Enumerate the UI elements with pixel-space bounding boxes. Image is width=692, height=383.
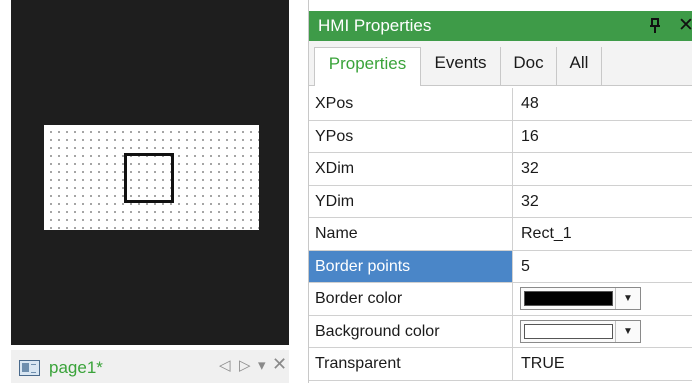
property-row-xdim[interactable]: XDim 32 — [309, 153, 692, 186]
property-name: XDim — [309, 153, 513, 185]
close-tab-icon[interactable]: ✕ — [272, 354, 287, 374]
dropdown-arrow-icon[interactable]: ▼ — [615, 320, 640, 342]
dropdown-arrow-icon[interactable]: ▼ — [615, 288, 640, 309]
hmi-properties-panel: HMI Properties ✕ Properties Events Doc A… — [308, 0, 692, 383]
property-value[interactable]: TRUE — [521, 348, 565, 380]
property-row-ypos[interactable]: YPos 16 — [309, 120, 692, 153]
property-value[interactable]: 32 — [521, 153, 539, 185]
tab-all[interactable]: All — [557, 47, 602, 85]
property-row-name[interactable]: Name Rect_1 — [309, 218, 692, 251]
page-tab-label: page1* — [49, 358, 103, 377]
page-tab-bar: page1* ◁ ▷ ▾ ✕ — [11, 350, 289, 383]
color-swatch — [524, 323, 613, 339]
property-name: Border points — [309, 250, 513, 282]
property-value[interactable]: 16 — [521, 121, 539, 153]
tab-menu-icon[interactable]: ▾ — [258, 356, 266, 376]
property-row-xpos[interactable]: XPos 48 — [309, 88, 692, 121]
property-value[interactable]: 48 — [521, 88, 539, 120]
page-icon — [19, 360, 40, 376]
property-value[interactable]: 5 — [521, 251, 530, 283]
property-name: Border color — [309, 283, 513, 315]
pin-icon[interactable] — [648, 15, 662, 34]
property-name: YDim — [309, 185, 513, 217]
panel-tabs: Properties Events Doc All — [309, 41, 692, 86]
panel-title: HMI Properties — [318, 16, 432, 35]
hmi-canvas[interactable] — [11, 0, 289, 345]
tab-events[interactable]: Events — [421, 47, 501, 85]
rect-shape[interactable] — [124, 153, 174, 203]
tab-properties[interactable]: Properties — [314, 47, 421, 86]
close-panel-icon[interactable]: ✕ — [678, 14, 692, 37]
background-color-dropdown[interactable]: ▼ — [520, 319, 641, 343]
tab-doc[interactable]: Doc — [501, 47, 557, 85]
hmi-page-surface[interactable] — [44, 125, 259, 230]
scroll-left-icon[interactable]: ◁ — [219, 356, 231, 376]
property-grid: XPos 48 YPos 16 XDim 32 YDim 32 Name Rec… — [309, 88, 692, 381]
property-row-border-points[interactable]: Border points 5 — [309, 250, 692, 283]
property-row-transparent[interactable]: Transparent TRUE — [309, 348, 692, 381]
property-row-ydim[interactable]: YDim 32 — [309, 185, 692, 218]
panel-titlebar: HMI Properties ✕ — [309, 11, 692, 41]
property-name: XPos — [309, 88, 513, 120]
property-value[interactable]: Rect_1 — [521, 218, 572, 250]
property-value[interactable]: 32 — [521, 186, 539, 218]
property-name: Name — [309, 218, 513, 250]
color-swatch — [524, 291, 613, 306]
property-name: YPos — [309, 120, 513, 152]
border-color-dropdown[interactable]: ▼ — [520, 287, 641, 310]
scroll-right-icon[interactable]: ▷ — [239, 356, 251, 376]
property-row-background-color[interactable]: Background color ▼ — [309, 315, 692, 348]
property-name: Transparent — [309, 348, 513, 380]
page-tab[interactable]: page1* — [19, 356, 103, 380]
property-name: Background color — [309, 315, 513, 347]
property-row-border-color[interactable]: Border color ▼ — [309, 283, 692, 316]
